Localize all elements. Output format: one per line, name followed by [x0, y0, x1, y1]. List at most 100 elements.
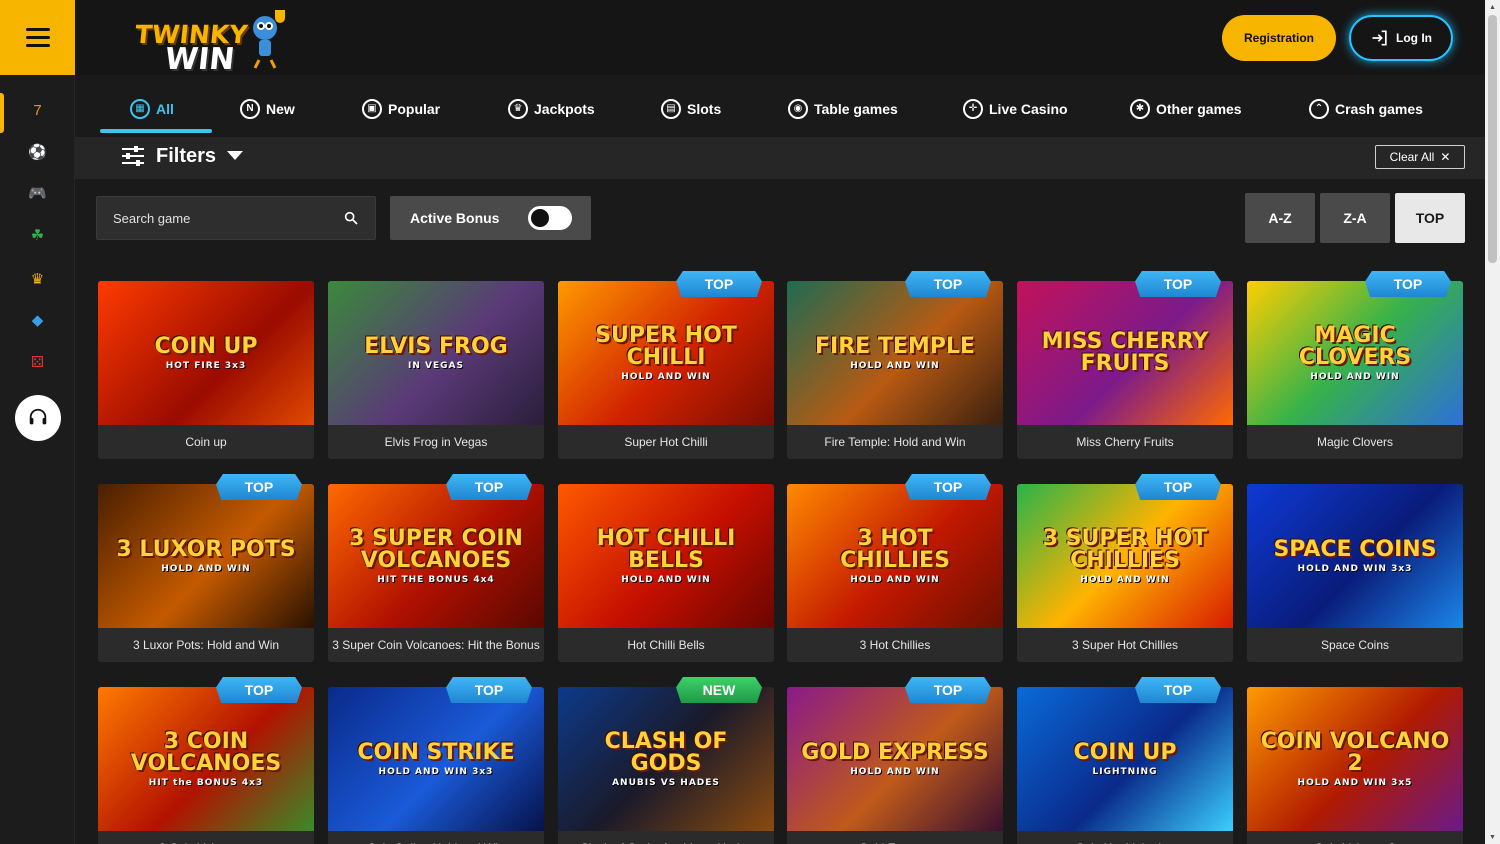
caret-down-icon: [227, 151, 244, 160]
close-icon: ✕: [1440, 150, 1451, 164]
clear-all-button[interactable]: Clear All ✕: [1375, 145, 1465, 169]
tab-label: Jackpots: [534, 101, 595, 117]
game-card[interactable]: COIN UP HOT FIRE 3x3 Coin up: [98, 281, 314, 459]
top-badge: TOP: [1135, 677, 1221, 703]
game-card[interactable]: GOLD EXPRESSHOLD AND WIN Gold Express TOP: [787, 677, 1003, 844]
game-name: Miss Cherry Fruits: [1076, 435, 1174, 449]
game-card[interactable]: 3 LUXOR POTS HOLD AND WIN 3 Luxor Pots: Ho…: [98, 474, 314, 662]
game-card[interactable]: 3 HOT CHILLIES HOLD AND WIN 3 Hot Chillies…: [787, 474, 1003, 662]
tab-other-games[interactable]: ✱ Other games: [1130, 91, 1242, 127]
rail-item-5[interactable]: ◆: [0, 303, 75, 337]
game-card[interactable]: COIN VOLCANO 2HOLD AND WIN 3x5 Coin Volca…: [1247, 687, 1463, 844]
game-thumbnail: GOLD EXPRESS HOLD AND WIN: [787, 687, 1003, 831]
tab-label: Slots: [687, 101, 722, 117]
game-art-title: COIN UP HOT FIRE 3x3: [142, 333, 269, 371]
game-card[interactable]: CLASH OF GODSANUBIS VS HADES Clash of God…: [558, 677, 774, 844]
rocket-icon: ⌃: [1309, 99, 1329, 119]
left-rail: 7 ⚽ 🎮 ☘ ♛ ◆ ⚄: [0, 0, 75, 844]
top-badge: TOP: [1365, 271, 1451, 297]
scroll-up-arrow-icon[interactable]: ▲: [1485, 0, 1500, 14]
top-badge: TOP: [1135, 474, 1221, 500]
clover-icon: ☘: [30, 226, 45, 244]
tab-slots[interactable]: ▤ Slots: [661, 91, 721, 127]
tab-new[interactable]: N New: [240, 91, 295, 127]
game-card[interactable]: 3 SUPER HOT CHILLIES HOLD AND WIN 3 Super …: [1017, 474, 1233, 662]
grid-icon: ▦: [130, 99, 150, 119]
registration-button[interactable]: Registration: [1222, 15, 1336, 61]
tab-label: Table games: [814, 101, 898, 117]
game-art-subtitle: HOLD AND WIN: [161, 563, 251, 574]
game-name: Fire Temple: Hold and Win: [824, 435, 966, 449]
game-thumbnail: 3 HOT CHILLIES HOLD AND WIN: [787, 484, 1003, 628]
game-art-text: COIN UP: [154, 333, 258, 359]
sort-top-button[interactable]: TOP: [1395, 193, 1465, 243]
game-art-text: GOLD EXPRESS: [801, 739, 989, 765]
top-badge: TOP: [446, 677, 532, 703]
game-thumbnail: 3 SUPER COIN VOLCANOES HIT THE BONUS 4x4: [328, 484, 544, 628]
sort-z-a-button[interactable]: Z-A: [1320, 193, 1390, 243]
support-button[interactable]: [15, 395, 61, 441]
tab-live-casino[interactable]: ✛ Live Casino: [963, 91, 1068, 127]
game-card[interactable]: ELVIS FROG IN VEGAS Elvis Frog in Vegas: [328, 281, 544, 459]
game-art-title: GOLD EXPRESS HOLD AND WIN: [789, 739, 1000, 777]
tab-jackpots[interactable]: ♛ Jackpots: [508, 91, 595, 127]
rail-item-1[interactable]: ⚽: [0, 135, 75, 169]
game-art-title: MISS CHERRY FRUITS: [1017, 331, 1233, 375]
rail-item-0[interactable]: 7: [0, 93, 75, 133]
game-card[interactable]: SUPER HOT CHILLI HOLD AND WIN Super Hot Ch…: [558, 271, 774, 459]
seven-icon: 7: [33, 101, 42, 119]
game-art-title: FIRE TEMPLE HOLD AND WIN: [803, 335, 987, 371]
rail-item-3[interactable]: ☘: [0, 218, 75, 252]
search-icon[interactable]: [343, 210, 359, 226]
game-name: Coin Volcano 2: [1247, 831, 1463, 844]
rail-item-6[interactable]: ⚄: [0, 345, 75, 379]
game-art-text: 3 LUXOR POTS: [116, 536, 296, 562]
filters-toggle[interactable]: Filters: [120, 144, 244, 168]
sort-a-z-button[interactable]: A-Z: [1245, 193, 1315, 243]
page-scrollbar[interactable]: ▲ ▼: [1485, 0, 1500, 844]
game-card[interactable]: COIN STRIKEHOLD AND WIN 3x3 Coin Strike: …: [328, 677, 544, 844]
game-card[interactable]: FIRE TEMPLE HOLD AND WIN Fire Temple: Hold…: [787, 271, 1003, 459]
tab-label: Crash games: [1335, 101, 1423, 117]
game-thumbnail: SUPER HOT CHILLI HOLD AND WIN: [558, 281, 774, 425]
game-name: 3 Hot Chillies: [859, 638, 931, 652]
rail-item-2[interactable]: 🎮: [0, 176, 75, 210]
game-art-subtitle: IN VEGAS: [408, 360, 464, 371]
soccer-ball-icon: ⚽: [28, 143, 47, 161]
tab-table-games[interactable]: ◉ Table games: [788, 91, 898, 127]
login-button[interactable]: Log In: [1349, 15, 1453, 61]
game-card[interactable]: 3 SUPER COIN VOLCANOES HIT THE BONUS 4x4 3…: [328, 474, 544, 662]
game-card[interactable]: 3 COIN VOLCANOESHIT the BONUS 4x3 3 Coin …: [98, 677, 314, 844]
game-name: Clash of Gods: Anubis vs Hades: [558, 831, 774, 844]
top-badge: TOP: [905, 474, 991, 500]
game-card[interactable]: MAGIC CLOVERS HOLD AND WIN Magic Clovers TO…: [1247, 271, 1463, 459]
crown-icon: ♛: [30, 270, 45, 288]
game-card[interactable]: COIN UPLIGHTNING Coin Up: Lightning TOP: [1017, 677, 1233, 844]
game-name: 3 Super Hot Chillies: [1071, 638, 1179, 652]
active-bonus-toggle[interactable]: [528, 206, 572, 230]
login-label: Log In: [1396, 31, 1432, 45]
scroll-thumb[interactable]: [1488, 15, 1497, 263]
tab-all[interactable]: ▦ All: [100, 91, 212, 133]
headset-icon: [29, 408, 47, 425]
menu-button[interactable]: [0, 0, 75, 75]
rail-item-4[interactable]: ♛: [0, 262, 75, 296]
game-card[interactable]: SPACE COINS HOLD AND WIN 3x3 Space Coins: [1247, 484, 1463, 662]
game-name: Hot Chilli Bells: [627, 638, 705, 652]
scroll-down-arrow-icon[interactable]: ▼: [1485, 830, 1500, 844]
chip-icon: ✛: [963, 99, 983, 119]
active-bonus-filter: Active Bonus: [390, 196, 591, 240]
tab-crash-games[interactable]: ⌃ Crash games: [1309, 91, 1423, 127]
category-tabs: ▦ All N New ▣ Popular ♛ Jackpots ▤ Slots ◉ Table ga…: [75, 75, 1485, 137]
game-art-subtitle: HIT the BONUS 4x3: [148, 777, 264, 788]
game-art-text: MAGIC CLOVERS: [1298, 322, 1412, 370]
twinkywin-logo[interactable]: TWINKY WIN: [133, 6, 293, 77]
game-card[interactable]: MISS CHERRY FRUITS Miss Cherry Fruits TOP: [1017, 271, 1233, 459]
game-art-subtitle: HIT THE BONUS 4x4: [377, 574, 495, 585]
game-thumbnail: COIN UP HOT FIRE 3x3: [98, 281, 314, 425]
game-art-text: 3 HOT CHILLIES: [840, 525, 950, 573]
game-name: 3 Coin Volcanoes: [98, 831, 314, 844]
game-card[interactable]: HOT CHILLI BELLS HOLD AND WIN Hot Chilli B…: [558, 484, 774, 662]
search-input[interactable]: [113, 210, 343, 226]
tab-popular[interactable]: ▣ Popular: [362, 91, 440, 127]
